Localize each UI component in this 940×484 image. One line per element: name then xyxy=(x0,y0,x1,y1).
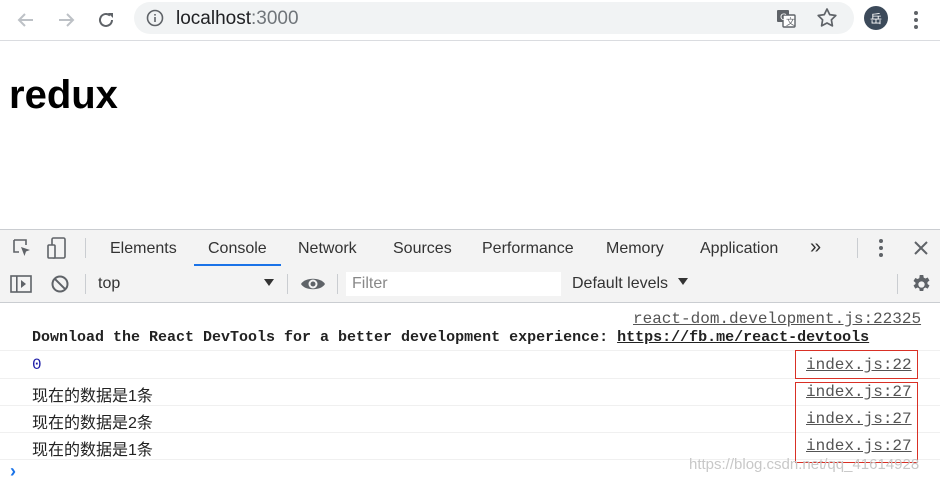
tab-memory[interactable]: Memory xyxy=(606,230,664,266)
browser-toolbar: localhost:3000 G文 岳 xyxy=(0,0,940,41)
translate-icon[interactable]: G文 xyxy=(776,8,796,33)
context-selector[interactable]: top xyxy=(88,266,280,302)
filter-input[interactable] xyxy=(346,272,561,296)
dropdown-arrow-icon xyxy=(263,275,275,293)
avatar[interactable]: 岳 xyxy=(864,6,888,30)
device-toolbar-icon[interactable] xyxy=(46,236,70,265)
url-host: localhost xyxy=(176,8,251,29)
page-title: redux xyxy=(9,73,118,117)
tab-elements[interactable]: Elements xyxy=(110,230,177,266)
devtools-tab-bar: Elements Console Network Sources Perform… xyxy=(0,229,940,267)
show-sidebar-icon[interactable] xyxy=(10,274,32,299)
devtools-link[interactable]: https://fb.me/react-devtools xyxy=(617,329,869,346)
context-label: top xyxy=(98,275,121,292)
more-tabs-button[interactable]: » xyxy=(810,230,821,266)
log-levels-label: Default levels xyxy=(572,275,669,292)
gear-icon[interactable] xyxy=(911,274,932,300)
console-message: react-dom.development.js:22325 Download … xyxy=(0,303,940,351)
tab-network[interactable]: Network xyxy=(298,230,357,266)
divider xyxy=(337,274,338,294)
close-icon[interactable] xyxy=(912,239,930,262)
console-toolbar: top Default levels xyxy=(0,266,940,303)
divider xyxy=(85,274,86,294)
tab-console[interactable]: Console xyxy=(194,230,281,266)
dropdown-arrow-icon xyxy=(677,275,689,293)
devtools-menu-icon[interactable] xyxy=(878,238,884,263)
back-arrow-icon[interactable] xyxy=(12,6,40,34)
message-text: Download the React DevTools for a better… xyxy=(32,329,869,346)
url-port: :3000 xyxy=(251,8,299,29)
inspect-element-icon[interactable] xyxy=(12,238,32,263)
log-levels-dropdown[interactable]: Default levels xyxy=(572,275,689,293)
svg-text:文: 文 xyxy=(786,16,795,28)
message-text: 0 xyxy=(32,356,42,374)
divider xyxy=(857,238,858,258)
reload-icon[interactable] xyxy=(92,6,120,34)
tab-sources[interactable]: Sources xyxy=(393,230,452,266)
divider xyxy=(897,274,898,294)
message-text: 现在的数据是2条 xyxy=(32,415,153,432)
info-icon[interactable] xyxy=(146,9,164,32)
watermark: https://blog.csdn.net/qq_41614928 xyxy=(689,456,920,473)
source-link[interactable]: react-dom.development.js:22325 xyxy=(633,310,921,328)
eye-icon[interactable] xyxy=(300,275,326,298)
console-prompt[interactable]: › xyxy=(10,461,16,482)
message-text: 现在的数据是1条 xyxy=(32,442,153,459)
forward-arrow-icon[interactable] xyxy=(52,6,80,34)
address-bar[interactable]: localhost:3000 G文 xyxy=(134,2,854,34)
message-body: Download the React DevTools for a better… xyxy=(32,329,618,346)
tab-performance[interactable]: Performance xyxy=(482,230,574,266)
url-text: localhost:3000 xyxy=(176,8,299,30)
highlight-box xyxy=(795,382,918,463)
message-text: 现在的数据是1条 xyxy=(32,388,153,405)
tab-application[interactable]: Application xyxy=(700,230,778,266)
divider xyxy=(287,274,288,294)
clear-console-icon[interactable] xyxy=(50,274,70,299)
highlight-box xyxy=(795,350,918,379)
divider xyxy=(85,238,86,258)
star-icon[interactable] xyxy=(816,7,838,34)
more-vert-icon[interactable] xyxy=(902,6,930,34)
